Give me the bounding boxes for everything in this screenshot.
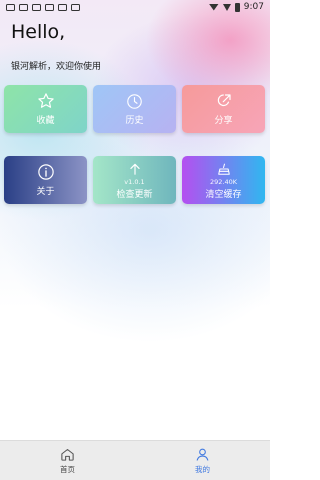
notification-icon xyxy=(6,3,15,11)
cache-size-text: 292.40K xyxy=(209,178,237,186)
about-label: 关于 xyxy=(36,187,55,197)
signal-icon xyxy=(222,3,231,11)
notification-icon xyxy=(58,3,67,11)
about-card[interactable]: 关于 xyxy=(4,156,87,204)
check-update-card[interactable]: v1.0.1 检查更新 xyxy=(93,156,176,204)
user-icon xyxy=(195,446,211,462)
favorites-card[interactable]: 收藏 xyxy=(4,85,87,133)
check-update-label: 检查更新 xyxy=(116,190,153,200)
greeting-title: Hello, xyxy=(11,21,66,43)
home-icon xyxy=(60,446,76,462)
clear-cache-label: 清空缓存 xyxy=(205,190,242,200)
notification-icon xyxy=(45,3,54,11)
welcome-text: 银河解析，欢迎你使用 xyxy=(11,62,102,72)
battery-icon xyxy=(234,2,240,12)
broom-icon xyxy=(215,160,233,178)
star-icon xyxy=(37,92,55,110)
tab-mine[interactable]: 我的 xyxy=(135,441,270,480)
status-bar: 9:07 xyxy=(0,0,270,14)
share-icon xyxy=(215,92,233,110)
history-card[interactable]: 历史 xyxy=(93,85,176,133)
bottom-tab-bar: 首页 我的 xyxy=(0,440,270,480)
info-icon xyxy=(37,163,55,181)
arrow-up-icon xyxy=(126,160,144,178)
notification-icon xyxy=(19,3,28,11)
action-grid-row1: 收藏 历史 分享 xyxy=(4,85,265,133)
share-card[interactable]: 分享 xyxy=(182,85,265,133)
status-time: 9:07 xyxy=(243,2,264,12)
share-label: 分享 xyxy=(214,116,233,126)
favorites-label: 收藏 xyxy=(36,116,55,126)
clock-icon xyxy=(126,92,144,110)
tab-home[interactable]: 首页 xyxy=(0,441,135,480)
tab-mine-label: 我的 xyxy=(195,465,210,474)
history-label: 历史 xyxy=(125,116,144,126)
notification-icon xyxy=(71,3,80,11)
clear-cache-card[interactable]: 292.40K 清空缓存 xyxy=(182,156,265,204)
notification-icon xyxy=(32,3,41,11)
wifi-icon xyxy=(208,3,219,11)
tab-home-label: 首页 xyxy=(60,465,75,474)
action-grid-row2: 关于 v1.0.1 检查更新 292.40K 清空缓存 xyxy=(4,156,265,204)
version-text: v1.0.1 xyxy=(124,178,145,186)
